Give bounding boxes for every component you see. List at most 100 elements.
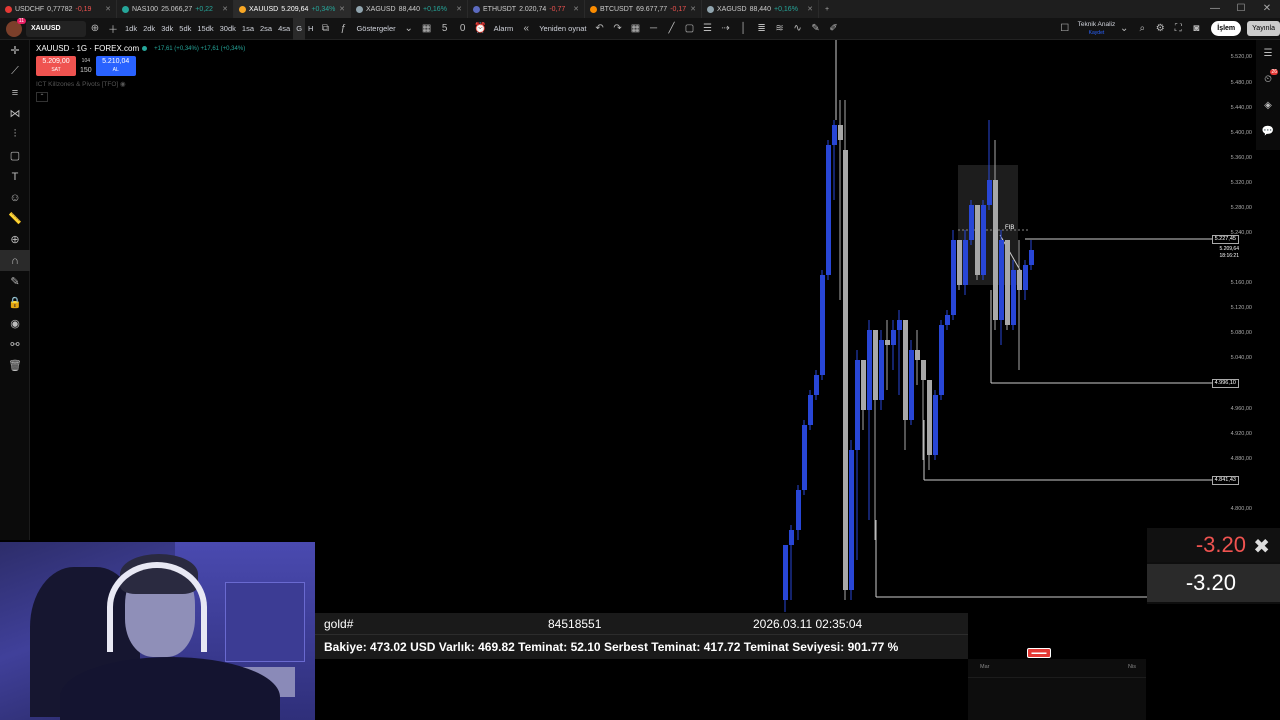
maximize-icon[interactable]: ☐ [1228, 0, 1254, 18]
close-tab-icon[interactable]: ✕ [105, 5, 111, 13]
interval-1sa[interactable]: 1sa [239, 18, 257, 40]
magnet-icon[interactable]: ∩ [0, 250, 30, 271]
replay-icon[interactable]: « [517, 18, 535, 40]
browser-tab[interactable]: ETHUSDT 2.020,74 -0,77 ✕ [468, 0, 585, 18]
lock-icon[interactable]: 🔒 [0, 292, 30, 313]
trend-line-icon[interactable]: ╱ [663, 18, 681, 40]
zoom-in-icon[interactable]: ⊕ [0, 229, 30, 250]
collapse-legend-icon[interactable]: ⌃ [36, 92, 48, 102]
pattern-icon[interactable]: ≋ [771, 18, 789, 40]
icon-tool-icon[interactable]: ☺ [0, 187, 30, 208]
chat-icon[interactable]: 💬 [1256, 118, 1280, 144]
price-tick: 5.320,00 [1230, 180, 1252, 186]
symbol-title[interactable]: XAUUSD · 1G · FOREX.com [36, 44, 139, 53]
fib-icon[interactable]: ☰ [699, 18, 717, 40]
browser-tab[interactable]: XAGUSD 88,440 +0,16% ✕ [702, 0, 819, 18]
interval-3dk[interactable]: 3dk [158, 18, 176, 40]
replay-button[interactable]: Yeniden oynat [535, 18, 590, 40]
grid-layout-icon[interactable]: ▦ [627, 18, 645, 40]
checkbox-icon[interactable]: ☐ [1056, 18, 1074, 40]
interval-H[interactable]: H [305, 18, 316, 40]
chart-type-icon[interactable]: ⧉ [316, 18, 334, 40]
text-tool-icon[interactable]: T [0, 166, 30, 187]
crosshair-icon[interactable]: ✛ [0, 40, 30, 61]
link-icon[interactable]: ⚯ [0, 334, 30, 355]
browser-tab[interactable]: XAGUSD 88,440 +0,16% ✕ [351, 0, 468, 18]
indicators-button[interactable]: Göstergeler [352, 18, 399, 40]
layers-icon[interactable]: ◈ [1256, 92, 1280, 118]
close-icon[interactable]: ✖ [1253, 534, 1270, 559]
close-tab-icon[interactable]: ✕ [339, 5, 345, 13]
indicator-name[interactable]: ICT Killzones & Pivots [TFO] [36, 81, 118, 88]
add-symbol-icon[interactable]: ＋ [104, 18, 122, 40]
templates-icon[interactable]: ▦ [418, 18, 436, 40]
rectangle-icon[interactable]: ▢ [681, 18, 699, 40]
minimize-icon[interactable]: — [1202, 0, 1228, 18]
price-chart[interactable] [31, 40, 1226, 620]
redo-icon[interactable]: ↷ [609, 18, 627, 40]
interval-2dk[interactable]: 2dk [140, 18, 158, 40]
compare-symbol-icon[interactable]: ⊕ [86, 18, 104, 40]
brush-icon[interactable]: ✎ [807, 18, 825, 40]
close-tab-icon[interactable]: ✕ [807, 5, 813, 13]
interval-4sa[interactable]: 4sa [275, 18, 293, 40]
new-tab-icon[interactable]: + [819, 6, 835, 13]
interval-2sa[interactable]: 2sa [257, 18, 275, 40]
vertical-line-icon[interactable]: │ [735, 18, 753, 40]
browser-tab[interactable]: XAUUSD 5.209,64 +0,34% ✕ [234, 0, 351, 18]
forecast-tool-icon[interactable]: ⫶ [0, 124, 30, 145]
price-axis[interactable]: 5.520,00 5.480,00 5.440,00 5.400,00 5.360,00… [1211, 40, 1256, 530]
pencil-lock-icon[interactable]: ✎ [0, 271, 30, 292]
publish-button[interactable]: Yayınla [1247, 21, 1280, 36]
user-avatar[interactable]: 11 [6, 17, 26, 37]
undo-icon[interactable]: ↶ [591, 18, 609, 40]
interval-G[interactable]: G [293, 17, 306, 40]
camera-icon[interactable]: ◙ [1187, 18, 1205, 40]
path-icon[interactable]: ∿ [789, 18, 807, 40]
gear-icon[interactable]: ⚙ [1151, 18, 1169, 40]
ruler-icon[interactable]: 📏 [0, 208, 30, 229]
price-tick: 5.040,00 [1230, 355, 1252, 361]
pattern-tool-icon[interactable]: ⋈ [0, 103, 30, 124]
trash-icon[interactable]: 🗑 [0, 355, 30, 376]
close-tab-icon[interactable]: ✕ [456, 5, 462, 13]
close-tab-icon[interactable]: ✕ [573, 5, 579, 13]
trend-line-tool-icon[interactable]: ⟋ [0, 61, 30, 82]
browser-tab[interactable]: BTCUSDT 69.677,77 -0,17 ✕ [585, 0, 702, 18]
fib-tool-icon[interactable]: ≡ [0, 82, 30, 103]
interval-30dk[interactable]: 30dk [217, 18, 239, 40]
symbol-search[interactable]: XAUUSD [26, 20, 86, 37]
alarm-icon[interactable]: ⏰ [472, 18, 490, 40]
alarm-button[interactable]: Alarm [490, 18, 518, 40]
eye-icon[interactable]: ◉ [0, 313, 30, 334]
candle-body [820, 275, 825, 375]
analysis-layout-name[interactable]: Teknik Analiz Kaydet [1078, 21, 1116, 37]
buy-button[interactable]: 5.210,04 AL [95, 56, 136, 76]
close-window-icon[interactable]: ✕ [1254, 0, 1280, 18]
eye-icon[interactable]: ◉ [120, 81, 126, 88]
ray-icon[interactable]: ⇢ [717, 18, 735, 40]
browser-tab[interactable]: USDCHF 0,77782 -0,19 ✕ [0, 0, 117, 18]
interval-15dk[interactable]: 15dk [194, 18, 216, 40]
horizontal-line-icon[interactable]: ─ [645, 18, 663, 40]
fullscreen-icon[interactable]: ⛶ [1169, 18, 1187, 40]
interval-5dk[interactable]: 5dk [176, 18, 194, 40]
tab-change: +0,16% [422, 5, 447, 13]
browser-tab[interactable]: NAS100 25.066,27 +0,22 ✕ [117, 0, 234, 18]
trade-button[interactable]: İşlem [1211, 21, 1242, 36]
shape-tool-icon[interactable]: ▢ [0, 145, 30, 166]
channel-icon[interactable]: ≣ [753, 18, 771, 40]
browser-tab-bar: USDCHF 0,77782 -0,19 ✕ NAS100 25.066,27 +0,22 ✕… [0, 0, 1280, 18]
indicators-icon[interactable]: ƒ [334, 18, 352, 40]
event-flag-icon[interactable]: ▬▬▬ [1027, 648, 1051, 658]
alert-clock-icon[interactable]: ⏲ 26 [1256, 66, 1280, 92]
sell-button[interactable]: 5.209,00 SAT [36, 56, 76, 76]
search-icon[interactable]: ⌕ [1133, 18, 1151, 40]
chevron-down-icon[interactable]: ⌄ [1115, 18, 1133, 40]
chevron-down-icon[interactable]: ⌄ [400, 18, 418, 40]
pen-icon[interactable]: ✐ [825, 18, 843, 40]
close-tab-icon[interactable]: ✕ [222, 5, 228, 13]
interval-1dk[interactable]: 1dk [122, 18, 140, 40]
close-tab-icon[interactable]: ✕ [690, 5, 696, 13]
watchlist-icon[interactable]: ☰ [1256, 40, 1280, 66]
